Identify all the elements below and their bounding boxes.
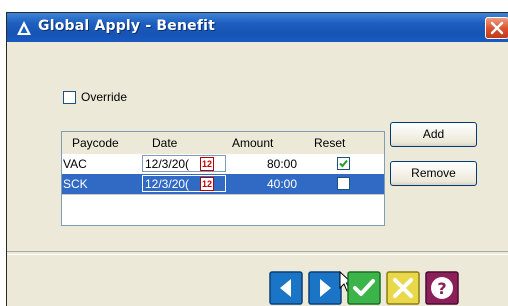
title-bar[interactable]: Global Apply - Benefit bbox=[7, 13, 508, 42]
table-row[interactable]: VAC 12/3/20( 12 80:00 bbox=[62, 154, 384, 174]
close-button[interactable] bbox=[485, 17, 508, 39]
checkmark-icon bbox=[339, 159, 348, 168]
add-button[interactable]: Add bbox=[390, 122, 477, 147]
app-triangle-icon bbox=[17, 21, 31, 35]
svg-text:?: ? bbox=[437, 279, 446, 298]
table-row[interactable]: SCK 12/3/20( 12 40:00 bbox=[62, 174, 384, 194]
date-value: 12/3/20( bbox=[145, 157, 190, 171]
dialog-window: Global Apply - Benefit Override Paycode … bbox=[6, 12, 508, 306]
cancel-button[interactable] bbox=[386, 271, 420, 305]
footer-divider bbox=[7, 251, 508, 255]
calendar-icon[interactable]: 12 bbox=[200, 177, 214, 191]
cell-amount: 80:00 bbox=[267, 157, 298, 171]
ok-button[interactable] bbox=[347, 271, 381, 305]
help-button[interactable]: ? bbox=[425, 271, 459, 305]
cell-paycode: VAC bbox=[63, 157, 87, 171]
remove-button[interactable]: Remove bbox=[390, 161, 477, 186]
close-icon bbox=[490, 21, 504, 35]
date-value: 12/3/20( bbox=[145, 177, 190, 191]
date-field[interactable]: 12/3/20( 12 bbox=[142, 175, 226, 192]
table-header: Paycode Date Amount Reset bbox=[62, 132, 384, 154]
header-amount[interactable]: Amount bbox=[232, 136, 273, 150]
next-button[interactable] bbox=[308, 271, 342, 305]
override-label: Override bbox=[81, 90, 128, 104]
date-field[interactable]: 12/3/20( 12 bbox=[142, 155, 226, 172]
cell-paycode: SCK bbox=[63, 177, 88, 191]
paycode-table: Paycode Date Amount Reset VAC 12/3/20( 1… bbox=[61, 131, 385, 226]
header-paycode[interactable]: Paycode bbox=[72, 136, 119, 150]
window-title: Global Apply - Benefit bbox=[38, 18, 216, 34]
header-reset[interactable]: Reset bbox=[314, 136, 345, 150]
row-divider bbox=[62, 194, 384, 195]
cell-amount: 40:00 bbox=[267, 177, 298, 191]
override-checkbox[interactable] bbox=[63, 91, 76, 104]
calendar-icon[interactable]: 12 bbox=[200, 157, 214, 171]
reset-checkbox[interactable] bbox=[337, 157, 350, 170]
reset-checkbox[interactable] bbox=[337, 177, 350, 190]
header-date[interactable]: Date bbox=[152, 136, 177, 150]
previous-button[interactable] bbox=[269, 271, 303, 305]
